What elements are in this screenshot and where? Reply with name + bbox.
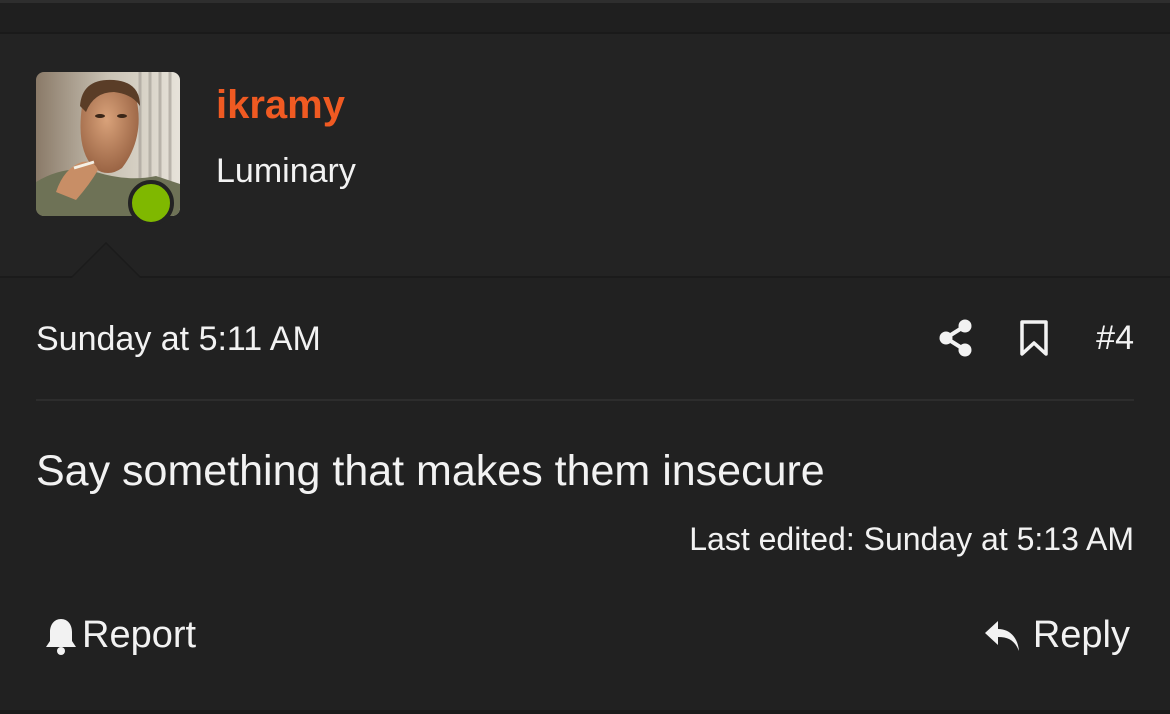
share-icon[interactable]	[934, 314, 978, 362]
report-label: Report	[82, 614, 197, 656]
divider	[36, 399, 1134, 401]
post-message: Say something that makes them insecure	[36, 447, 825, 495]
pointer-arrow	[72, 244, 140, 278]
online-status-dot	[128, 180, 174, 226]
user-header: ikramy Luminary	[0, 34, 1170, 278]
bookmark-icon[interactable]	[1012, 314, 1056, 362]
top-strip	[0, 0, 1170, 34]
reply-arrow-icon	[984, 620, 1019, 651]
bell-icon	[46, 618, 76, 655]
last-edited-text: Last edited: Sunday at 5:13 AM	[689, 521, 1134, 557]
report-button[interactable]: Report	[44, 614, 196, 657]
bottom-edge	[0, 710, 1170, 714]
post-timestamp[interactable]: Sunday at 5:11 AM	[36, 319, 321, 359]
post-number-link[interactable]: #4	[1096, 314, 1134, 362]
post-container: ikramy Luminary Sunday at 5:11 AM #4 Say…	[0, 34, 1170, 714]
post-actions: #4	[934, 314, 1134, 362]
username[interactable]: ikramy	[216, 82, 345, 128]
reply-label: Reply	[1032, 614, 1130, 656]
user-title: Luminary	[216, 152, 356, 190]
avatar-wrap[interactable]	[36, 72, 180, 226]
reply-button[interactable]: Reply	[983, 614, 1130, 657]
